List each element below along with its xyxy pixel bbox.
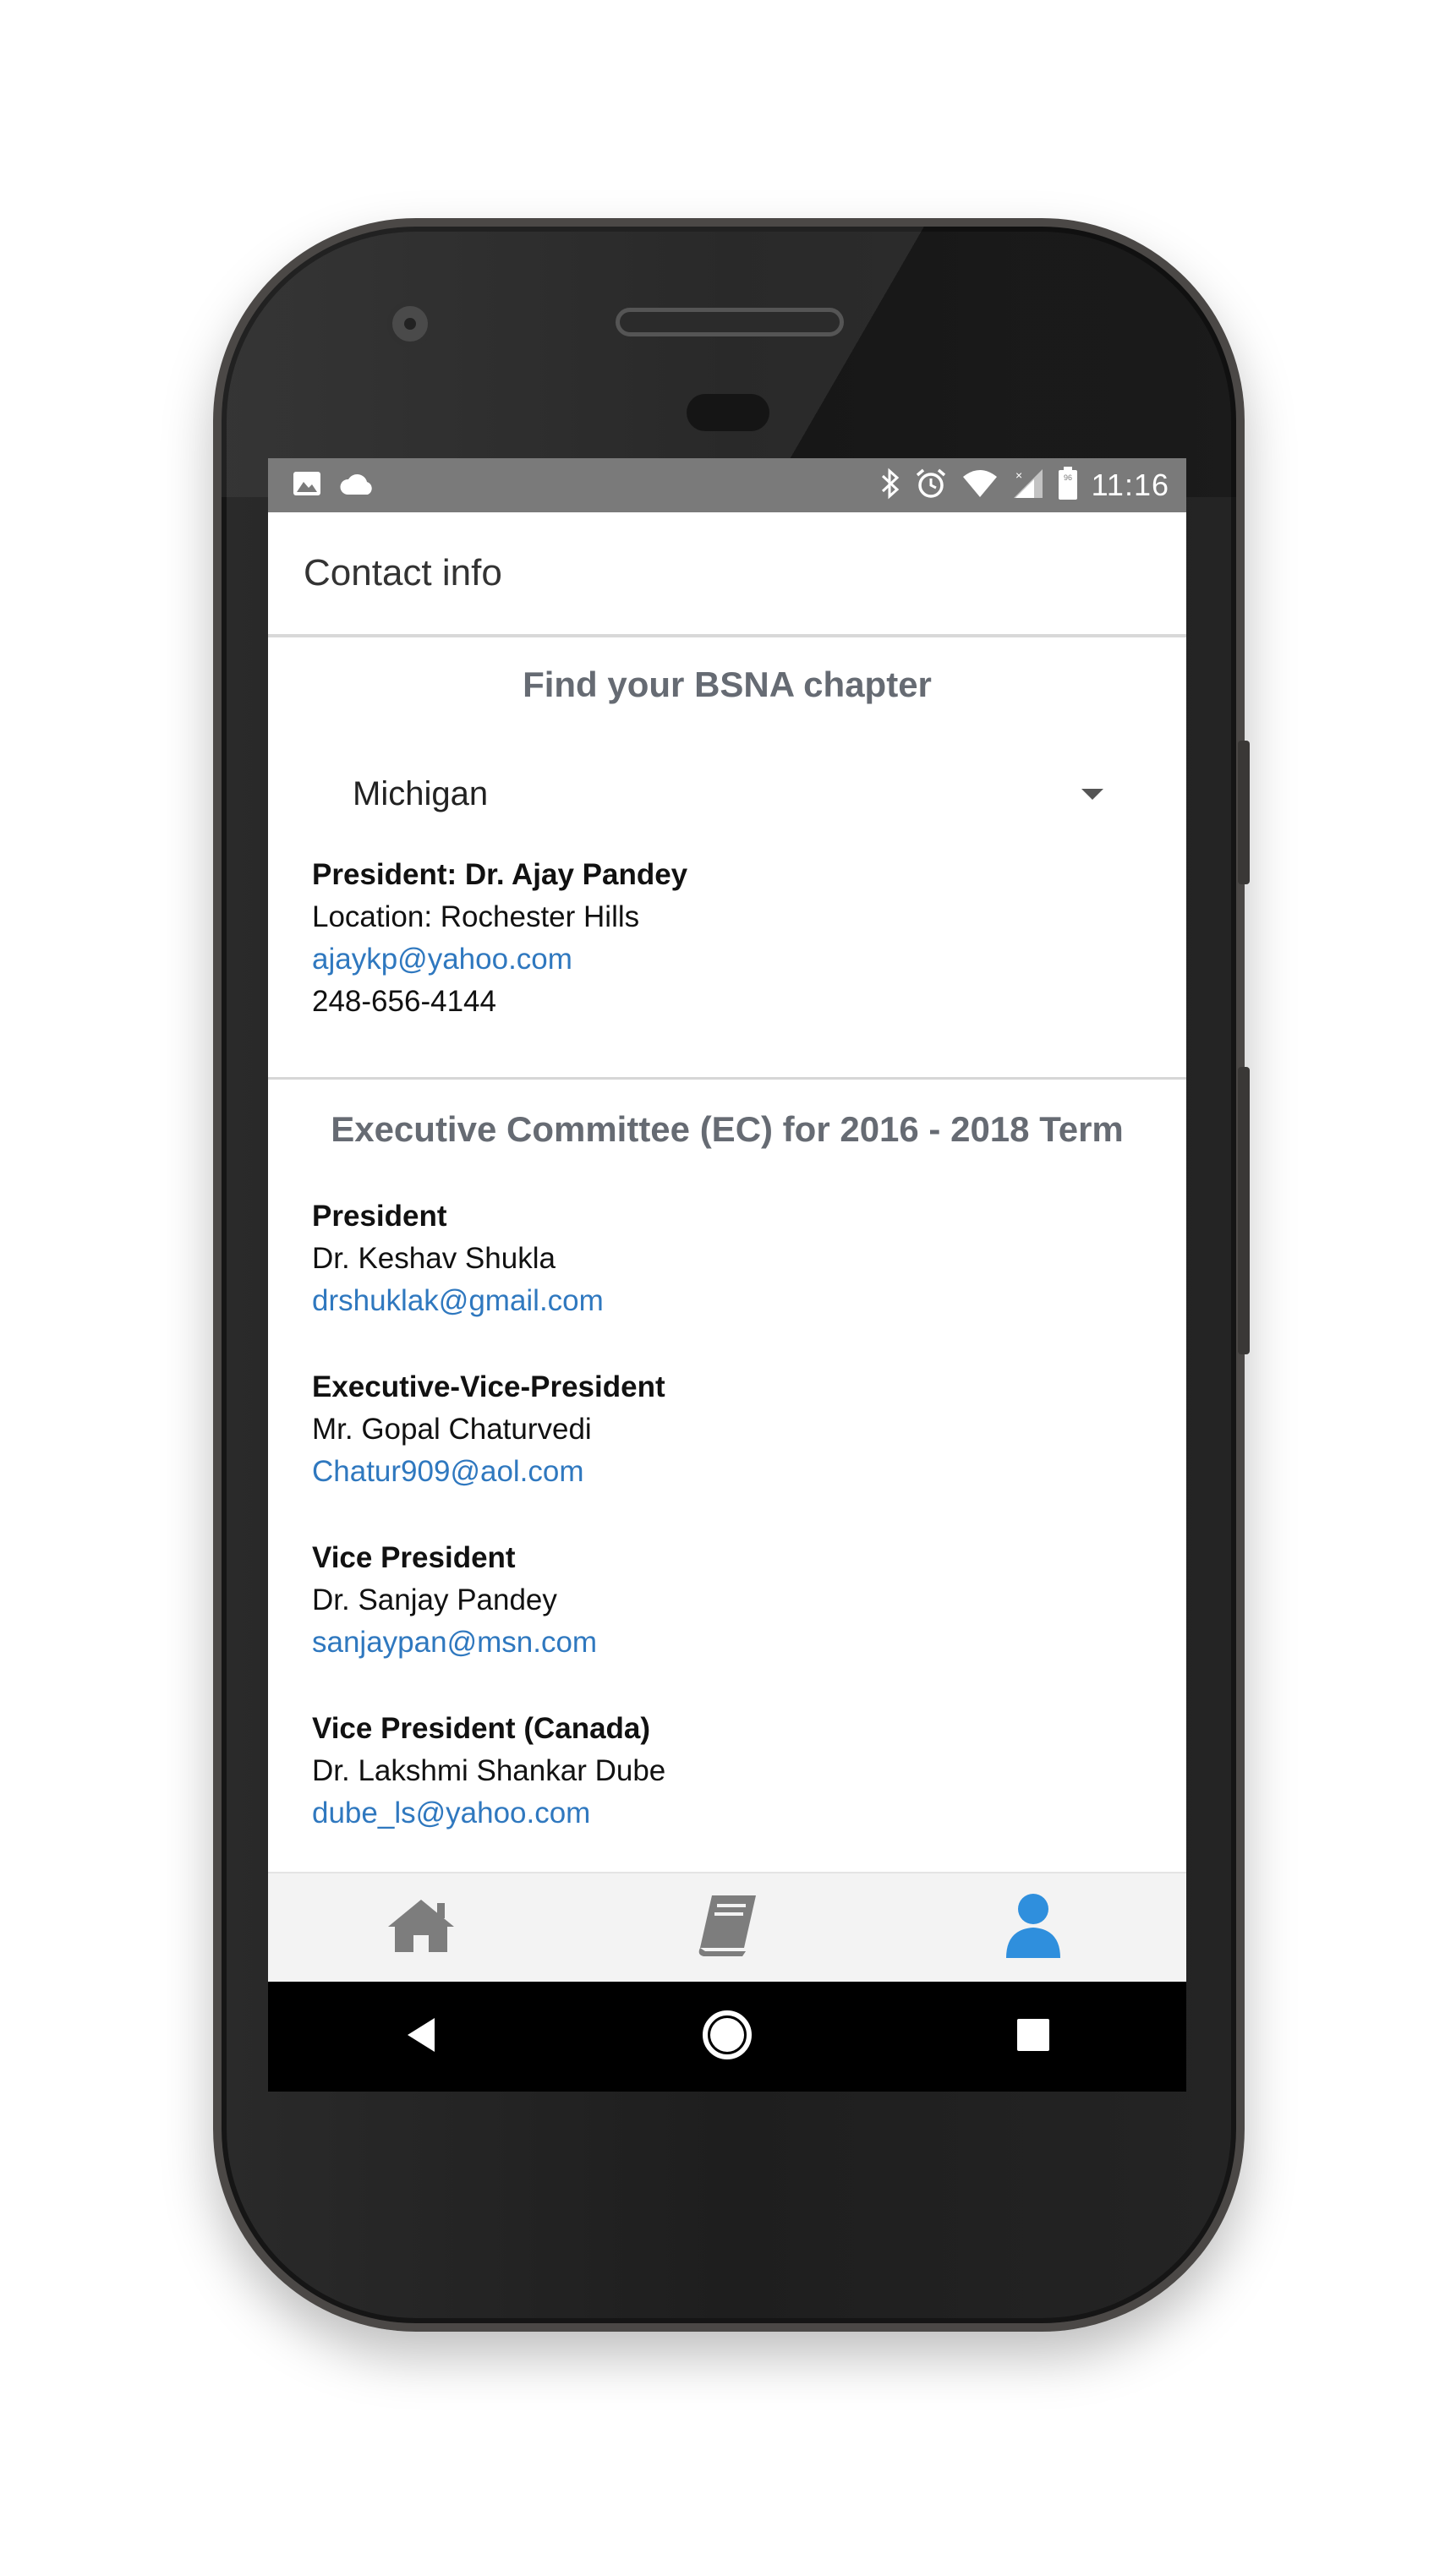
- system-nav-bar: [268, 1982, 1186, 2092]
- page-title: Contact info: [304, 552, 502, 593]
- power-button: [1238, 741, 1250, 884]
- ec-member-email-link[interactable]: sanjaypan@msn.com: [312, 1622, 597, 1664]
- cloud-icon: [339, 471, 376, 500]
- back-icon[interactable]: [404, 2016, 438, 2058]
- ec-member: President Dr. Keshav Shukla drshuklak@gm…: [312, 1195, 604, 1322]
- chapter-heading: Find your BSNA chapter: [523, 665, 932, 704]
- ec-member-email-link[interactable]: dube_ls@yahoo.com: [312, 1792, 665, 1835]
- ec-member: Vice President Dr. Sanjay Pandey sanjayp…: [312, 1537, 597, 1664]
- ec-heading: Executive Committee (EC) for 2016 - 2018…: [331, 1109, 1124, 1149]
- user-icon[interactable]: [1004, 1892, 1062, 1964]
- ec-member-email-link[interactable]: Chatur909@aol.com: [312, 1451, 665, 1493]
- ec-member-role: Vice President (Canada): [312, 1712, 651, 1745]
- volume-button: [1238, 1067, 1250, 1354]
- nav-home[interactable]: [268, 1873, 574, 1982]
- screen: × 96 11:16 Contact info Find your BSNA c…: [268, 458, 1186, 2092]
- chapter-select-value: Michigan: [353, 774, 489, 812]
- alarm-icon: [914, 467, 948, 505]
- app-bar: Contact info: [268, 512, 1186, 637]
- status-bar: × 96 11:16: [268, 458, 1186, 512]
- svg-text:×: ×: [1015, 468, 1022, 482]
- chapter-president: President: Dr. Ajay Pandey: [312, 858, 688, 891]
- bottom-nav: [268, 1872, 1186, 1982]
- image-icon: [292, 468, 322, 503]
- system-recents[interactable]: [880, 1982, 1186, 2092]
- dropdown-arrow-icon[interactable]: [1081, 788, 1103, 800]
- system-back[interactable]: [268, 1982, 574, 2092]
- proximity-sensor: [687, 394, 769, 431]
- chapter-contact: President: Dr. Ajay Pandey Location: Roc…: [312, 854, 687, 1023]
- earpiece-speaker: [616, 308, 844, 336]
- section-divider: [268, 1077, 1186, 1080]
- ec-member-name: Mr. Gopal Chaturvedi: [312, 1413, 592, 1446]
- book-icon[interactable]: [693, 1892, 761, 1964]
- system-home[interactable]: [574, 1982, 880, 2092]
- bluetooth-icon: [880, 468, 900, 504]
- ec-member-name: Dr. Lakshmi Shankar Dube: [312, 1754, 666, 1787]
- battery-icon: 96: [1058, 466, 1078, 505]
- wifi-icon: [961, 468, 999, 503]
- front-camera-icon: [387, 301, 433, 347]
- battery-level: 96: [1064, 473, 1072, 482]
- ec-member-role: Executive-Vice-President: [312, 1370, 665, 1403]
- ec-member-role: President: [312, 1200, 447, 1233]
- recents-icon[interactable]: [1015, 2017, 1051, 2057]
- chapter-select[interactable]: Michigan: [353, 764, 1114, 823]
- phone-gloss: [222, 227, 1236, 497]
- ec-member-role: Vice President: [312, 1541, 516, 1574]
- ec-member: Vice President (Canada) Dr. Lakshmi Shan…: [312, 1708, 665, 1835]
- chapter-email-link[interactable]: ajaykp@yahoo.com: [312, 938, 687, 981]
- content-scroll-area[interactable]: Find your BSNA chapter Michigan Presiden…: [268, 637, 1186, 1872]
- status-time: 11:16: [1091, 468, 1169, 502]
- ec-member-email-link[interactable]: drshuklak@gmail.com: [312, 1280, 604, 1322]
- chapter-phone[interactable]: 248-656-4144: [312, 981, 687, 1023]
- chapter-location: Location: Rochester Hills: [312, 900, 640, 933]
- ec-member: Executive-Vice-President Mr. Gopal Chatu…: [312, 1366, 665, 1493]
- signal-icon: ×: [1012, 468, 1044, 504]
- home-icon[interactable]: [386, 1896, 456, 1960]
- home-circle-icon[interactable]: [701, 2009, 753, 2065]
- nav-book[interactable]: [574, 1873, 880, 1982]
- ec-member-name: Dr. Sanjay Pandey: [312, 1583, 557, 1616]
- ec-member-name: Dr. Keshav Shukla: [312, 1242, 556, 1275]
- nav-contact[interactable]: [880, 1873, 1186, 1982]
